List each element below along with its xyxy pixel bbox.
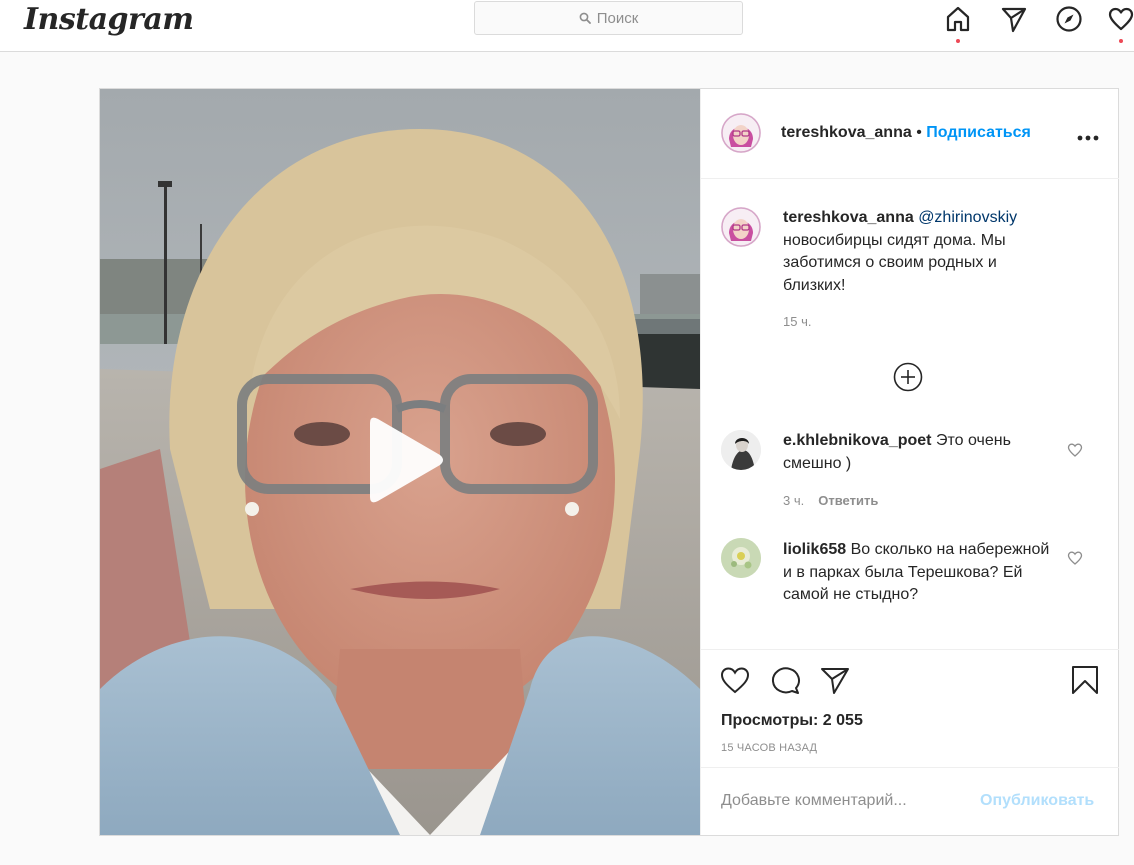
activity-icon[interactable] (1106, 4, 1134, 34)
comment-avatar[interactable] (721, 430, 761, 470)
views-number: 2 055 (822, 712, 863, 729)
caption-author-avatar[interactable] (721, 207, 761, 247)
post-caption: tereshkova_anna @zhirinovskiy новосибирц… (783, 207, 1053, 297)
comment-avatar[interactable] (721, 538, 761, 578)
views-label: Просмотры: (721, 712, 819, 729)
comment-time[interactable]: 3 ч. (783, 493, 804, 508)
comment-icon[interactable] (769, 664, 801, 696)
activity-notification-dot (1119, 39, 1123, 43)
comment-username[interactable]: liolik658 (783, 541, 846, 558)
post-header-line: tereshkova_anna • Подписаться (781, 124, 1031, 142)
author-username[interactable]: tereshkova_anna (781, 124, 912, 141)
comment-like-icon[interactable] (1067, 442, 1083, 458)
post-card: tereshkova_anna • Подписаться tereshkova… (99, 88, 1119, 836)
post-video[interactable] (100, 89, 700, 835)
caption-time[interactable]: 15 ч. (783, 314, 811, 329)
comment-username[interactable]: e.khlebnikova_poet (783, 432, 932, 449)
instagram-logo[interactable]: Instagram (24, 2, 194, 37)
save-icon[interactable] (1069, 664, 1101, 696)
home-icon[interactable] (943, 4, 973, 34)
post-sidebar: tereshkova_anna • Подписаться tereshkova… (700, 89, 1119, 835)
more-options-button[interactable] (1077, 121, 1099, 147)
more-options-icon (1077, 135, 1099, 141)
comment-meta: 3 ч. Ответить (783, 493, 878, 508)
post-actions: Просмотры: 2 055 15 ЧАСОВ НАЗАД (701, 649, 1119, 767)
comment-input[interactable]: Добавьте комментарий... (721, 792, 907, 810)
search-icon (579, 12, 591, 24)
add-comment-bar: Добавьте комментарий... Опубликовать (701, 767, 1119, 835)
share-icon[interactable] (819, 664, 851, 696)
comment-like-icon[interactable] (1067, 550, 1083, 566)
like-icon[interactable] (719, 664, 751, 696)
publish-button[interactable]: Опубликовать (980, 792, 1094, 810)
search-placeholder: Поиск (596, 9, 639, 27)
direct-icon[interactable] (999, 4, 1029, 34)
search-input[interactable]: Поиск (474, 1, 743, 35)
comment-body: liolik658 Во сколько на набережной и в п… (783, 539, 1053, 607)
header-separator: • (916, 124, 922, 141)
reply-button[interactable]: Ответить (818, 493, 878, 508)
author-avatar[interactable] (721, 113, 761, 153)
caption-mention-link[interactable]: @zhirinovskiy (918, 209, 1017, 226)
top-navbar: Instagram Поиск (0, 0, 1134, 52)
post-header: tereshkova_anna • Подписаться (701, 89, 1119, 179)
follow-button[interactable]: Подписаться (926, 124, 1031, 141)
caption-author-username[interactable]: tereshkova_anna (783, 209, 914, 226)
load-more-comments-icon[interactable] (893, 362, 923, 392)
views-count[interactable]: Просмотры: 2 055 (721, 712, 863, 730)
post-timestamp[interactable]: 15 ЧАСОВ НАЗАД (721, 742, 817, 754)
caption-text: новосибирцы сидят дома. Мы заботимся о с… (783, 231, 1006, 294)
play-icon[interactable] (362, 415, 446, 505)
home-notification-dot (956, 39, 960, 43)
explore-icon[interactable] (1054, 4, 1084, 34)
comment-body: e.khlebnikova_poet Это очень смешно ) (783, 430, 1053, 475)
